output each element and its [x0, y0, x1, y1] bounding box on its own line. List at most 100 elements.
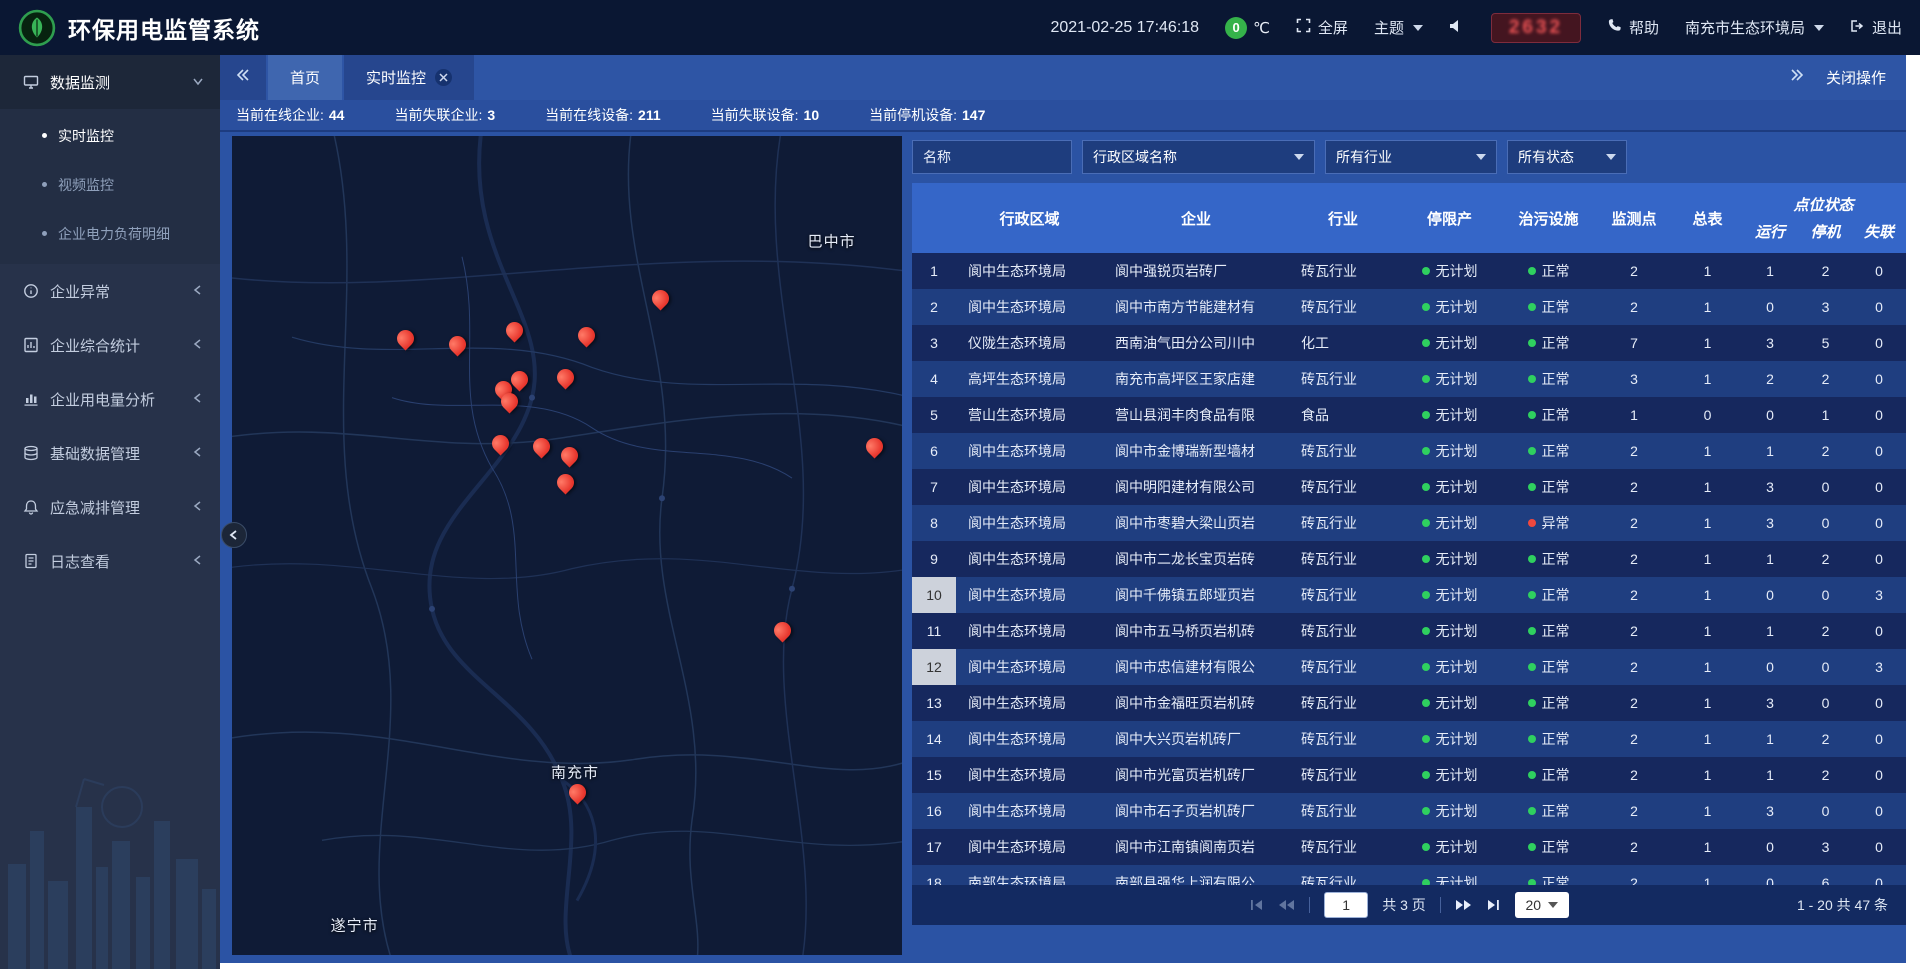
fullscreen-icon [1296, 18, 1311, 37]
table-row[interactable]: 12阆中生态环境局阆中市忠信建材有限公砖瓦行业无计划正常21003 [912, 649, 1906, 685]
sidebar-group-data-monitoring[interactable]: 数据监测 [0, 55, 220, 109]
page-number-input[interactable] [1324, 892, 1368, 918]
cell-meters: 1 [1673, 793, 1742, 829]
region-filter-select[interactable]: 行政区域名称 [1082, 140, 1315, 174]
tab-realtime-monitoring[interactable]: 实时监控 [344, 55, 474, 100]
alarm-count-badge[interactable]: 2632 [1491, 13, 1581, 43]
next-page-button[interactable] [1455, 899, 1472, 911]
sidebar-item-video-monitoring[interactable]: 视频监控 [0, 160, 220, 209]
table-row[interactable]: 11阆中生态环境局阆中市五马桥页岩机砖砖瓦行业无计划正常21120 [912, 613, 1906, 649]
theme-dropdown[interactable]: 主题 [1374, 17, 1423, 38]
cell-facility-status: 正常 [1502, 469, 1595, 505]
header-lost: 失联 [1853, 221, 1905, 242]
cell-company: 阆中市金福旺页岩机砖 [1103, 685, 1289, 721]
page-size-select[interactable]: 20 [1515, 892, 1569, 918]
table-row[interactable]: 2阆中生态环境局阆中市南方节能建材有砖瓦行业无计划正常21030 [912, 289, 1906, 325]
sidebar-group-power-usage-analysis[interactable]: 企业用电量分析 [0, 372, 220, 426]
tabs-scroll-left-button[interactable] [220, 55, 266, 100]
table-row[interactable]: 13阆中生态环境局阆中市金福旺页岩机砖砖瓦行业无计划正常21300 [912, 685, 1906, 721]
status-filter-select[interactable]: 所有状态 [1507, 140, 1627, 174]
status-dot-icon [1422, 807, 1430, 815]
map-panel[interactable]: 巴中市南充市遂宁市 [232, 136, 902, 955]
status-dot-icon [1528, 519, 1536, 527]
sidebar-group-enterprise-statistics[interactable]: 企业综合统计 [0, 318, 220, 372]
cell-region: 阆中生态环境局 [956, 577, 1103, 613]
status-dot-icon [1422, 591, 1430, 599]
cell-facility-status: 正常 [1502, 793, 1595, 829]
cell-meters: 1 [1673, 685, 1742, 721]
cell-facility-status: 正常 [1502, 541, 1595, 577]
tab-home[interactable]: 首页 [268, 55, 342, 100]
cell-points: 1 [1595, 397, 1673, 433]
sidebar-group-base-data-management[interactable]: 基础数据管理 [0, 426, 220, 480]
status-dot-icon [1528, 591, 1536, 599]
first-page-button[interactable] [1249, 899, 1264, 911]
table-row[interactable]: 5营山生态环境局营山县润丰肉食品有限食品无计划正常10010 [912, 397, 1906, 433]
double-chevron-right-icon [1790, 68, 1804, 87]
alarm-count: 2632 [1509, 17, 1563, 38]
cell-limit-status: 无计划 [1397, 397, 1502, 433]
name-filter-input[interactable] [912, 140, 1072, 174]
cell-region: 阆中生态环境局 [956, 289, 1103, 325]
table-row[interactable]: 16阆中生态环境局阆中市石子页岩机砖厂砖瓦行业无计划正常21300 [912, 793, 1906, 829]
cell-company: 阆中千佛镇五郎垭页岩 [1103, 577, 1289, 613]
prev-page-button[interactable] [1278, 899, 1295, 911]
table-row[interactable]: 15阆中生态环境局阆中市光富页岩机砖厂砖瓦行业无计划正常21120 [912, 757, 1906, 793]
cell-facility-status: 正常 [1502, 865, 1595, 885]
app-logo-icon [18, 9, 56, 47]
cell-company: 阆中大兴页岩机砖厂 [1103, 721, 1289, 757]
fullscreen-button[interactable]: 全屏 [1296, 17, 1348, 38]
app-root: 环保用电监管系统 2021-02-25 17:46:18 0 ℃ 全屏 主题 2… [0, 0, 1920, 969]
cell-meters: 1 [1673, 505, 1742, 541]
table-header: 行政区域 企业 行业 停限产 治污设施 监测点 总表 点位状态 [912, 183, 1906, 253]
row-index: 17 [912, 829, 956, 865]
sidebar-group-enterprise-anomaly[interactable]: 企业异常 [0, 264, 220, 318]
last-page-button[interactable] [1486, 899, 1501, 911]
close-operations-dropdown[interactable]: 关闭操作 [1820, 55, 1906, 100]
sidebar-item-realtime-monitoring[interactable]: 实时监控 [0, 111, 220, 160]
header-index [912, 183, 956, 253]
row-index: 3 [912, 325, 956, 361]
cell-company: 营山县润丰肉食品有限 [1103, 397, 1289, 433]
table-row[interactable]: 14阆中生态环境局阆中大兴页岩机砖厂砖瓦行业无计划正常21120 [912, 721, 1906, 757]
cell-lost: 0 [1853, 829, 1905, 865]
cell-limit-status: 无计划 [1397, 721, 1502, 757]
cell-limit-status: 无计划 [1397, 865, 1502, 885]
cell-lost: 0 [1853, 325, 1905, 361]
table-row[interactable]: 17阆中生态环境局阆中市江南镇阆南页岩砖瓦行业无计划正常21030 [912, 829, 1906, 865]
table-row[interactable]: 10阆中生态环境局阆中千佛镇五郎垭页岩砖瓦行业无计划正常21003 [912, 577, 1906, 613]
logout-button[interactable]: 退出 [1850, 17, 1902, 38]
table-row[interactable]: 1阆中生态环境局阆中强锐页岩砖厂砖瓦行业无计划正常21120 [912, 253, 1906, 289]
status-dot-icon [1528, 627, 1536, 635]
cell-meters: 1 [1673, 541, 1742, 577]
cell-company: 南部县强华上润有限公 [1103, 865, 1289, 885]
main-area: 首页 实时监控 关闭操作 当前在线企业:44 当前失联企业:3 当前在线设备: [220, 55, 1920, 969]
table-row[interactable]: 4高坪生态环境局南充市高坪区王家店建砖瓦行业无计划正常31220 [912, 361, 1906, 397]
org-dropdown[interactable]: 南充市生态环境局 [1685, 17, 1824, 38]
sidebar-group-emergency-reduction[interactable]: 应急减排管理 [0, 480, 220, 534]
industry-filter-select[interactable]: 所有行业 [1325, 140, 1497, 174]
cell-lost: 3 [1853, 577, 1905, 613]
table-row[interactable]: 9阆中生态环境局阆中市二龙长宝页岩砖砖瓦行业无计划正常21120 [912, 541, 1906, 577]
table-row[interactable]: 7阆中生态环境局阆中明阳建材有限公司砖瓦行业无计划正常21300 [912, 469, 1906, 505]
collapse-sidebar-button[interactable] [221, 522, 247, 548]
cell-region: 营山生态环境局 [956, 397, 1103, 433]
cell-meters: 1 [1673, 289, 1742, 325]
cell-region: 阆中生态环境局 [956, 541, 1103, 577]
topbar: 环保用电监管系统 2021-02-25 17:46:18 0 ℃ 全屏 主题 2… [0, 0, 1920, 55]
sidebar-item-power-load-detail[interactable]: 企业电力负荷明细 [0, 209, 220, 258]
sidebar-group-log-view[interactable]: 日志查看 [0, 534, 220, 588]
table-row[interactable]: 3仪陇生态环境局西南油气田分公司川中化工无计划正常71350 [912, 325, 1906, 361]
cell-stop: 0 [1798, 649, 1853, 685]
cell-meters: 1 [1673, 757, 1742, 793]
close-icon[interactable] [435, 69, 452, 86]
cell-facility-status: 正常 [1502, 325, 1595, 361]
tabs-scroll-right-button[interactable] [1774, 55, 1820, 100]
cell-stop: 2 [1798, 253, 1853, 289]
table-row[interactable]: 6阆中生态环境局阆中市金博瑞新型墙材砖瓦行业无计划正常21120 [912, 433, 1906, 469]
alarm-sound-button[interactable] [1449, 19, 1465, 37]
help-button[interactable]: 帮助 [1607, 17, 1659, 38]
cell-run: 1 [1742, 757, 1798, 793]
table-row[interactable]: 8阆中生态环境局阆中市枣碧大梁山页岩砖瓦行业无计划异常21300 [912, 505, 1906, 541]
table-row[interactable]: 18南部生态环境局南部县强华上润有限公砖瓦行业无计划正常21060 [912, 865, 1906, 885]
